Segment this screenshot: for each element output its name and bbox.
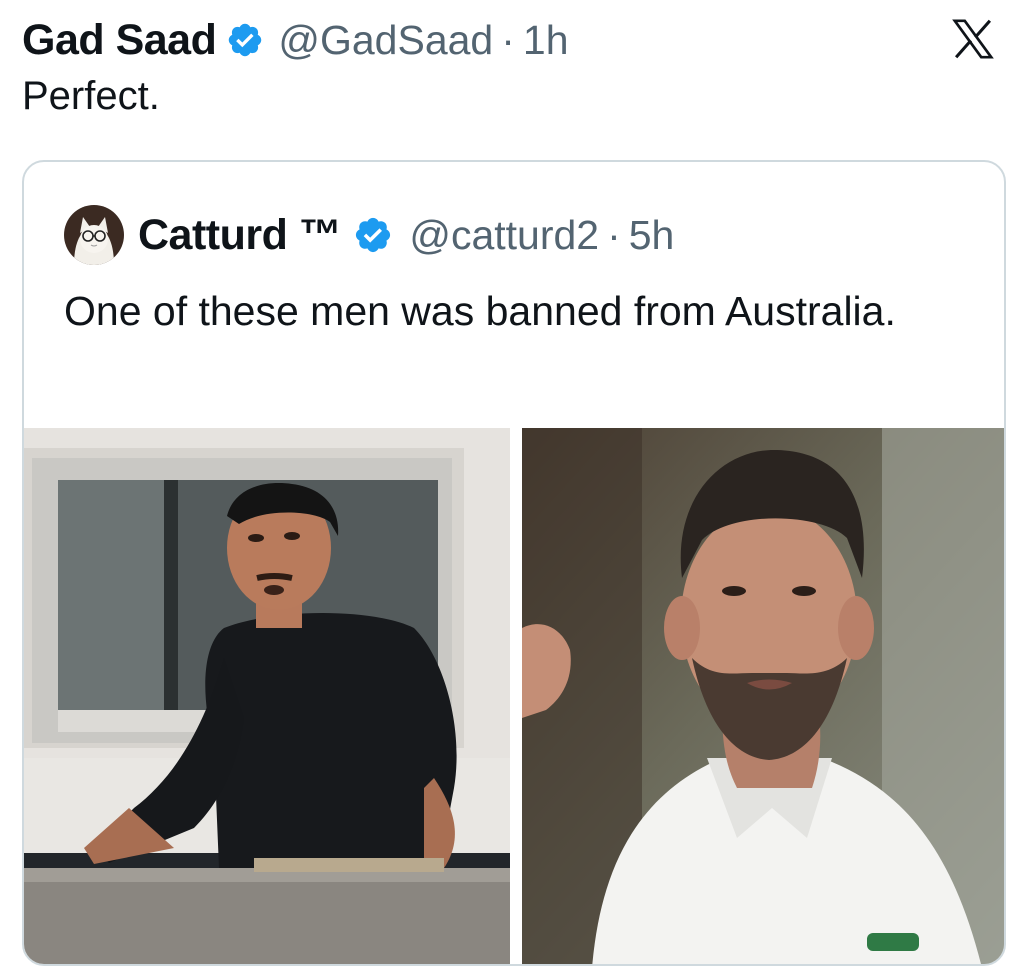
quoted-author-name[interactable]: Catturd ™ xyxy=(138,211,342,260)
avatar[interactable] xyxy=(64,205,124,265)
quoted-tweet-header: Catturd ™ @catturd2 · 5h xyxy=(64,202,674,268)
quoted-tweet-text: One of these men was banned from Austral… xyxy=(64,288,896,334)
quoted-timestamp[interactable]: 5h xyxy=(629,212,675,259)
tweet-header: Gad Saad @GadSaad · 1h xyxy=(22,10,932,70)
x-logo-icon xyxy=(948,16,998,62)
separator-dot: · xyxy=(501,16,515,63)
verified-badge-icon xyxy=(226,21,264,59)
media-photo-left[interactable] xyxy=(24,428,510,964)
quoted-tweet-card[interactable]: Catturd ™ @catturd2 · 5h One of these me… xyxy=(22,160,1006,966)
media-grid xyxy=(24,428,1004,964)
author-name[interactable]: Gad Saad xyxy=(22,16,217,65)
media-photo-right[interactable] xyxy=(522,428,1004,964)
timestamp[interactable]: 1h xyxy=(523,17,569,64)
separator-dot: · xyxy=(607,211,621,258)
author-handle[interactable]: @GadSaad xyxy=(278,17,493,64)
verified-badge-icon xyxy=(353,215,393,255)
quoted-author-handle[interactable]: @catturd2 xyxy=(409,212,599,259)
tweet-text: Perfect. xyxy=(22,74,160,118)
